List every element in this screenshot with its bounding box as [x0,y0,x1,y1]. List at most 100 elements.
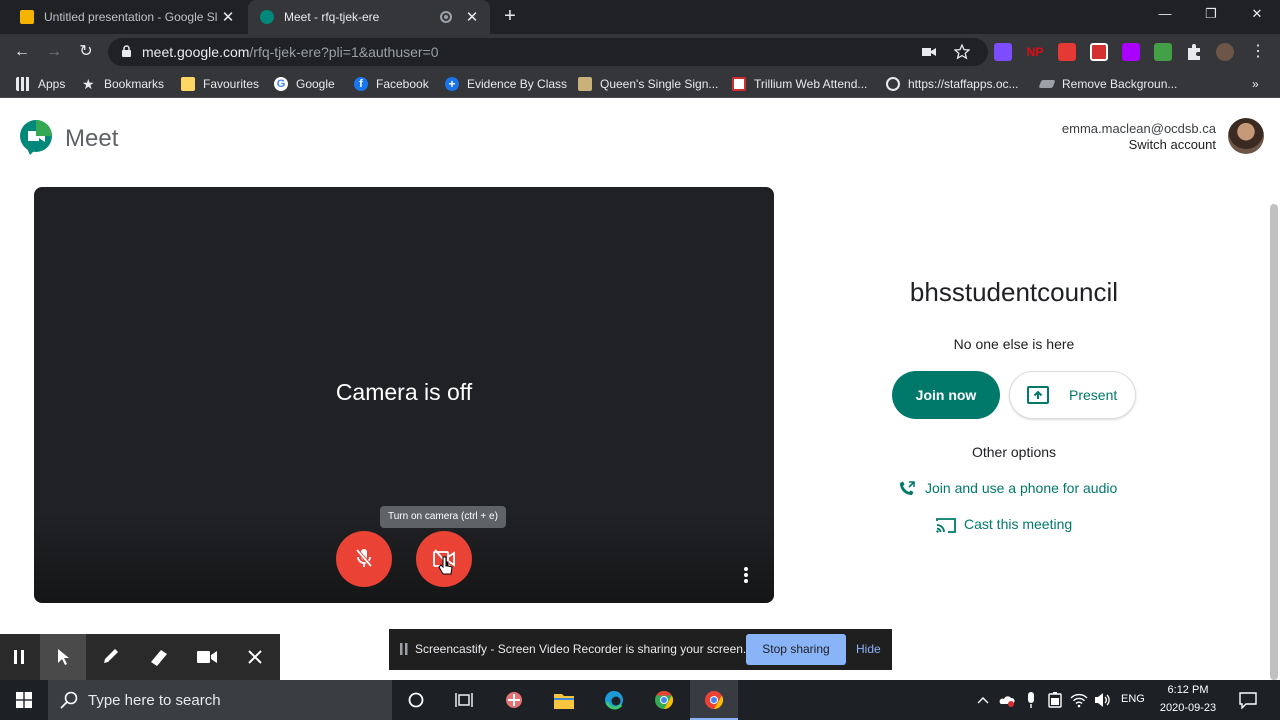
taskbar-app-snipping[interactable] [490,680,538,720]
eraser-tool-button[interactable] [136,634,182,680]
bookmarks-overflow-button[interactable]: » [1252,75,1259,93]
hide-banner-button[interactable]: Hide [856,642,881,656]
stop-sharing-button[interactable]: Stop sharing [746,634,846,665]
phone-audio-icon [900,481,915,495]
tab-title: Untitled presentation - Google Sl [44,10,218,24]
close-tab-icon[interactable]: ✕ [218,8,238,26]
close-toolbar-button[interactable] [232,634,278,680]
mouse-cursor-icon [438,556,453,575]
volume-icon[interactable] [1094,692,1112,708]
taskbar-app-file-explorer[interactable] [540,680,588,720]
star-icon: ★ [82,76,95,92]
back-button[interactable]: ← [12,42,32,62]
bookmark-staffapps[interactable]: https://staffapps.oc... [886,75,1019,93]
lock-icon [122,45,131,57]
tab-meet[interactable]: Meet - rfq-tjek-ere ✕ [248,0,490,34]
minimize-window-icon[interactable]: — [1154,6,1176,26]
search-placeholder: Type here to search [88,692,221,709]
cortana-button[interactable] [392,680,440,720]
webcam-toggle-button[interactable] [184,634,230,680]
microphone-toggle-button[interactable] [336,531,392,587]
account-avatar[interactable] [1228,118,1264,154]
folder-icon [181,77,195,91]
present-label: Present [1069,387,1118,403]
url-host: meet.google.com [142,44,250,60]
chrome-menu-icon[interactable]: ⋮ [1248,42,1268,62]
eraser-icon [151,650,167,666]
more-options-icon[interactable] [740,565,752,585]
tab-title: Meet - rfq-tjek-ere [284,10,380,24]
restore-window-icon[interactable]: ❐ [1200,6,1222,26]
taskbar-search[interactable]: Type here to search [48,680,392,720]
close-window-icon[interactable]: ✕ [1246,6,1268,26]
bookmark-facebook[interactable]: f Facebook [354,75,429,93]
bookmark-remove-background[interactable]: Remove Backgroun... [1038,75,1177,93]
trillium-icon [732,77,746,91]
battery-icon[interactable] [1046,692,1064,708]
recording-indicator-icon [440,11,452,23]
extension-tw-icon[interactable] [994,43,1012,61]
chrome-icon [655,691,674,709]
cortana-circle-icon [408,692,424,708]
switch-account-link[interactable]: Switch account [1129,137,1216,152]
reload-button[interactable]: ↻ [76,42,96,62]
meet-page: Meet emma.maclean@ocdsb.ca Switch accoun… [0,99,1280,680]
taskbar-app-chrome-active[interactable] [690,680,738,720]
self-video-preview: Camera is off Turn on camera (ctrl + e) [34,187,774,603]
microphone-in-use-icon[interactable] [1022,692,1040,708]
new-tab-button[interactable]: + [500,5,520,29]
edge-icon [605,691,623,710]
google-meet-logo-icon [20,120,52,155]
address-bar[interactable]: meet.google.com/rfq-tjek-ere?pli=1&authu… [108,38,988,66]
bookmark-apps[interactable]: Apps [16,75,65,93]
start-button[interactable] [0,680,48,720]
video-camera-icon [197,651,217,663]
camera-toggle-button[interactable] [416,531,472,587]
camera-blocked-icon[interactable] [922,46,936,58]
bookmark-label: Bookmarks [104,77,165,91]
screen-sharing-banner: Screencastify - Screen Video Recorder is… [389,629,892,670]
bookmark-favourites[interactable]: Favourites [181,75,259,93]
pointer-tool-button[interactable] [40,634,86,680]
join-by-phone-link[interactable]: Join and use a phone for audio [898,480,1117,496]
show-hidden-icons-chevron-icon[interactable] [974,692,992,708]
pen-tool-button[interactable] [88,634,134,680]
bookmark-queens[interactable]: Queen's Single Sign... [578,75,718,93]
input-language-indicator[interactable]: ENG [1121,693,1145,705]
globe-icon [886,77,900,91]
snip-sketch-icon [506,692,522,708]
cast-meeting-link[interactable]: Cast this meeting [936,516,1072,533]
bookmark-label: Google [296,77,335,91]
close-tab-icon[interactable]: ✕ [462,8,482,26]
tab-untitled-presentation[interactable]: Untitled presentation - Google Sl ✕ [8,0,246,34]
bookmark-trillium[interactable]: Trillium Web Attend... [732,75,867,93]
task-view-button[interactable] [440,680,488,720]
bookmark-bookmarks[interactable]: ★ Bookmarks [82,75,164,93]
present-button[interactable]: Present [1009,371,1136,419]
bookmark-star-icon[interactable] [954,44,970,60]
bookmark-google[interactable]: G Google [274,75,335,93]
taskbar-app-chrome[interactable] [640,680,688,720]
forward-button[interactable]: → [44,42,64,62]
join-now-button[interactable]: Join now [892,371,1000,419]
page-scrollbar[interactable] [1270,204,1278,680]
profile-avatar-icon[interactable] [1216,43,1234,61]
extension-kami-icon[interactable] [1122,43,1140,61]
queens-icon [578,77,592,91]
extensions-puzzle-icon[interactable] [1186,43,1202,61]
onedrive-icon[interactable] [998,692,1016,708]
extension-checklist-icon[interactable] [1154,43,1172,61]
clock-time[interactable]: 6:12 PM [1152,684,1224,696]
clock-date[interactable]: 2020-09-23 [1152,702,1224,714]
windows-taskbar: Type here to search ENG 6:12 PM 2020-09-… [0,680,1280,720]
browser-tab-strip: Untitled presentation - Google Sl ✕ Meet… [0,0,1280,34]
bookmark-evidence-by-class[interactable]: + Evidence By Class [445,75,567,93]
taskbar-app-edge[interactable] [590,680,638,720]
extension-screencastify-icon[interactable] [1058,43,1076,61]
close-icon [248,650,262,664]
extension-netflix-icon[interactable]: NP [1026,43,1044,61]
notifications-icon[interactable] [1238,691,1258,710]
drag-handle-icon[interactable] [400,643,408,655]
wifi-icon[interactable] [1070,692,1088,708]
extension-clipper-icon[interactable] [1090,43,1108,61]
